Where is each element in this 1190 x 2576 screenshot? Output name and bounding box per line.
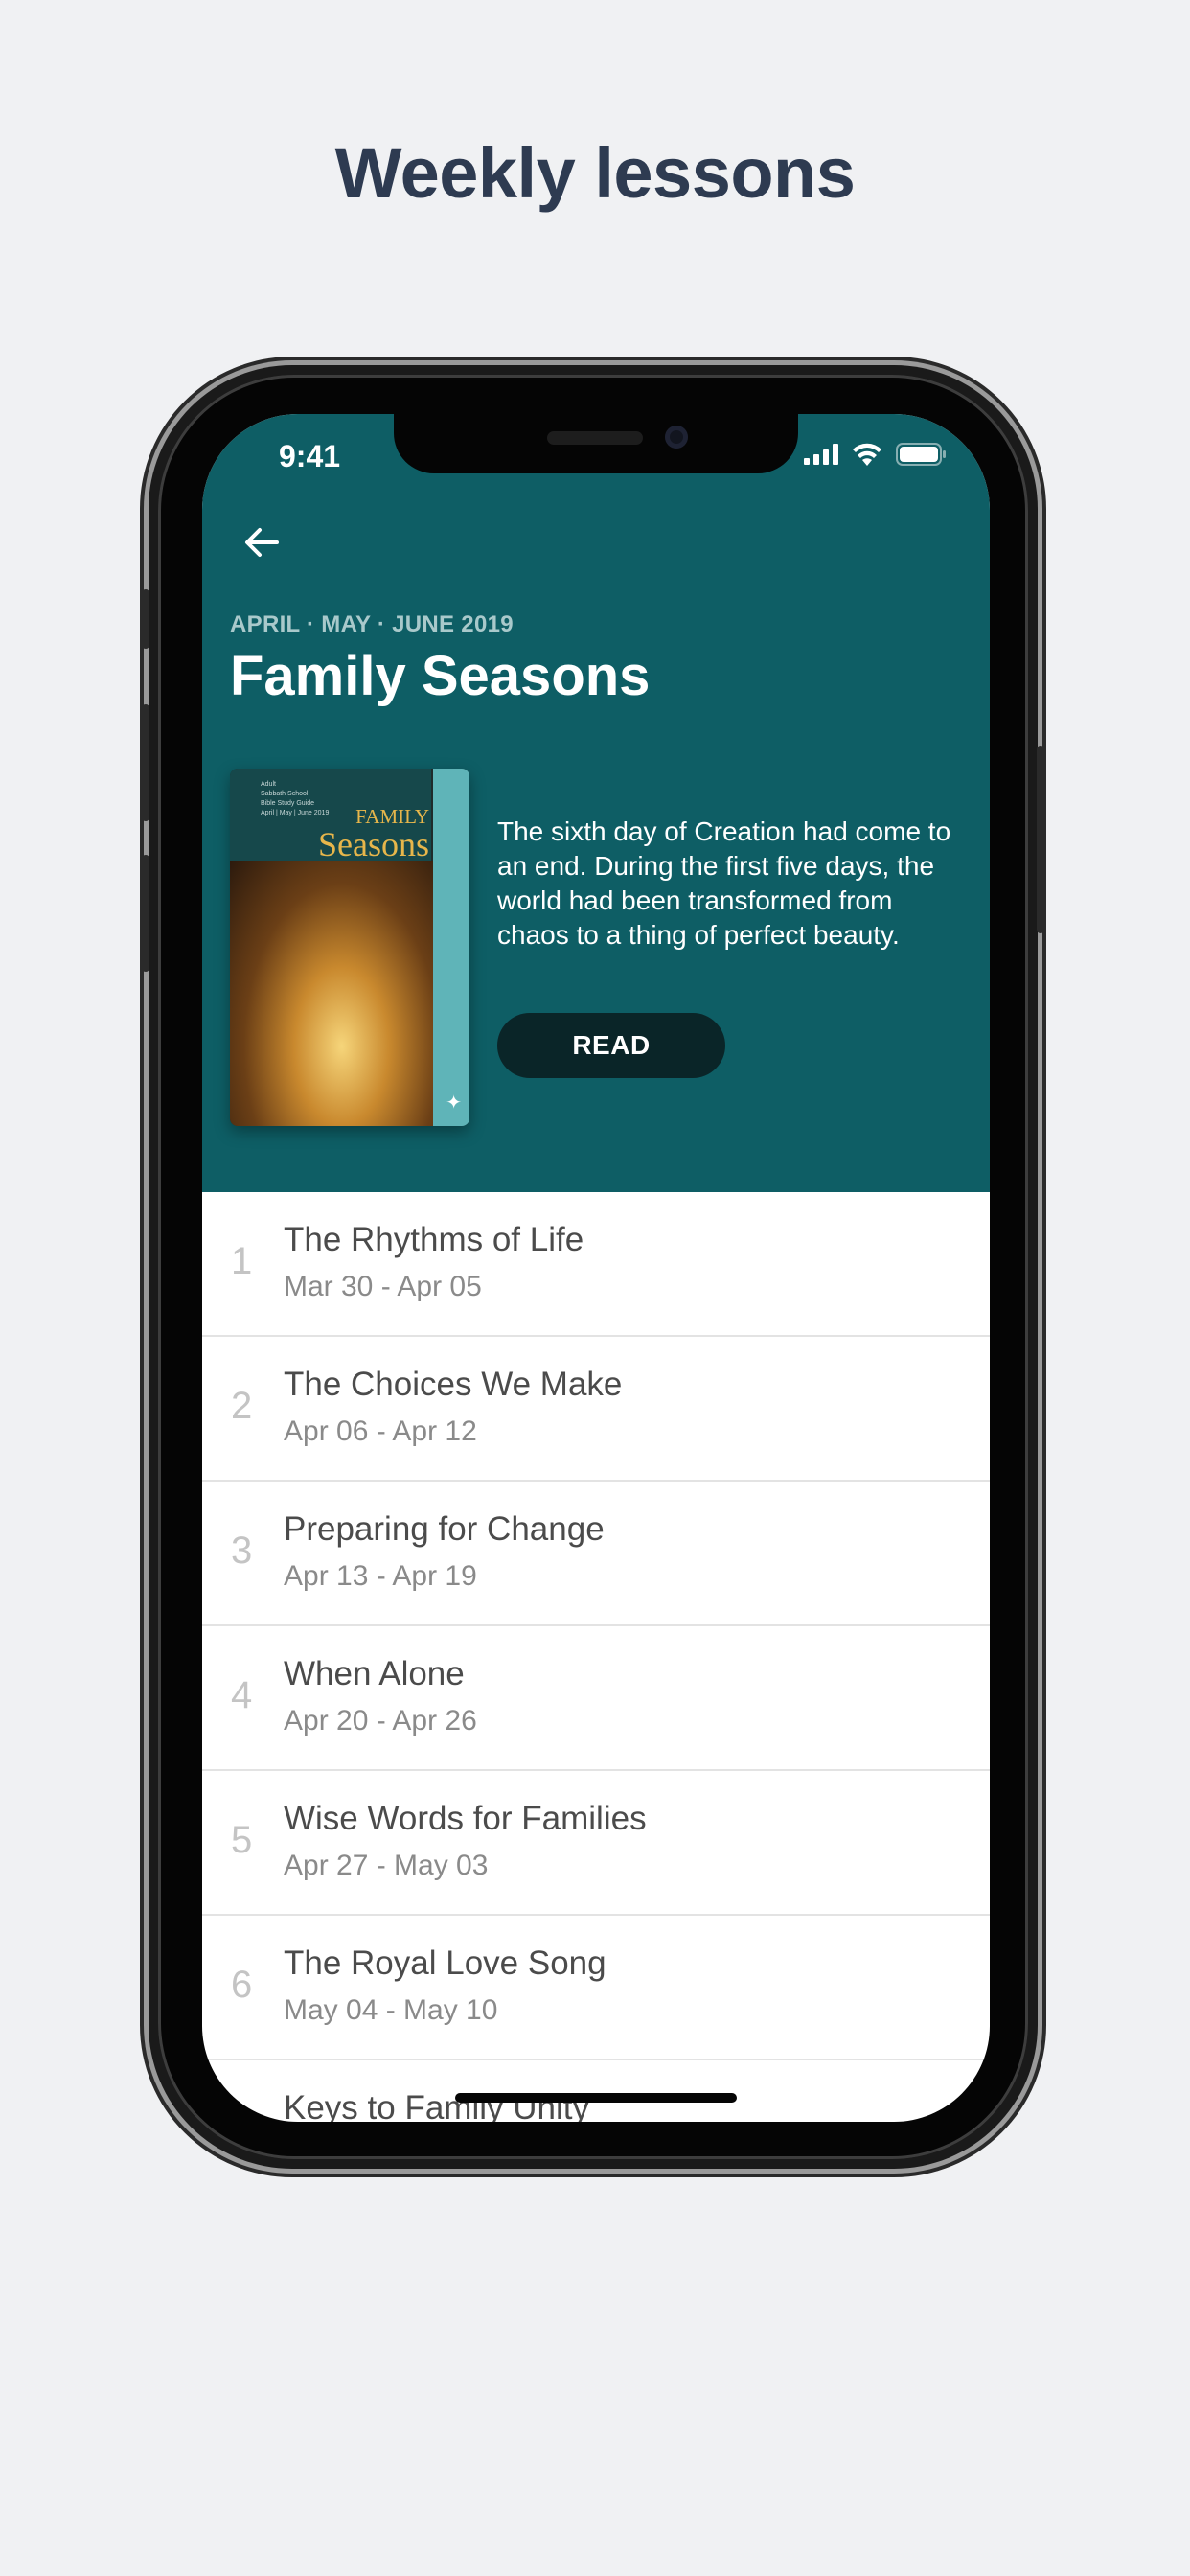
lesson-title: The Royal Love Song: [284, 1944, 606, 1982]
lesson-number: 2: [231, 1385, 253, 1427]
flame-logo-icon: ✦: [446, 1092, 462, 1114]
back-button[interactable]: [231, 512, 292, 573]
cover-spine: [433, 769, 469, 1126]
camera-icon: [665, 426, 688, 448]
lesson-number: 5: [231, 1819, 253, 1861]
lesson-title: The Choices We Make: [284, 1366, 623, 1403]
lesson-row[interactable]: 5 Wise Words for Families Apr 27 - May 0…: [202, 1771, 990, 1916]
lesson-dates: Apr 06 - Apr 12: [284, 1415, 477, 1447]
lesson-list: 1 The Rhythms of Life Mar 30 - Apr 05 2 …: [202, 1192, 990, 2122]
lesson-title: Preparing for Change: [284, 1510, 605, 1548]
silent-switch: [142, 589, 149, 649]
lesson-dates: May 04 - May 10: [284, 1994, 498, 2026]
quarterly-description: The sixth day of Creation had come to an…: [497, 816, 951, 950]
cover-title-line2: Seasons: [318, 825, 429, 863]
signal-icon: [804, 444, 838, 465]
lesson-row[interactable]: 2 The Choices We Make Apr 06 - Apr 12: [202, 1337, 990, 1482]
read-button[interactable]: READ: [497, 1013, 725, 1078]
phone-screen: 9:41 APRIL · MAY · JUNE 2019 Family Seas…: [202, 414, 990, 2122]
cover-photo: [230, 861, 433, 1126]
status-time: 9:41: [279, 439, 341, 473]
lesson-title: Wise Words for Families: [284, 1800, 647, 1837]
lesson-number: 1: [231, 1240, 253, 1282]
lesson-header: 9:41 APRIL · MAY · JUNE 2019 Family Seas…: [202, 414, 990, 1192]
quarterly-title: Family Seasons: [230, 645, 651, 707]
cover-title-line1: FAMILY: [355, 805, 429, 828]
quarterly-cover[interactable]: Adult Sabbath School Bible Study Guide A…: [230, 769, 469, 1126]
lesson-title: The Rhythms of Life: [284, 1221, 584, 1258]
lesson-number: 7: [231, 2108, 269, 2122]
lesson-row[interactable]: 3 Preparing for Change Apr 13 - Apr 19: [202, 1482, 990, 1626]
lesson-number: 4: [231, 1674, 253, 1716]
power-button: [1037, 746, 1044, 933]
lesson-row[interactable]: 7 Keys to Family Unity: [202, 2060, 990, 2122]
volume-down-button: [142, 855, 149, 972]
battery-icon: [896, 443, 946, 466]
lesson-number: 6: [231, 1964, 253, 2006]
status-icons: [804, 443, 948, 466]
quarter-label: APRIL · MAY · JUNE 2019: [230, 611, 514, 637]
arrow-left-icon: [245, 528, 279, 557]
lesson-dates: Apr 27 - May 03: [284, 1850, 489, 1881]
lesson-title: When Alone: [284, 1655, 465, 1692]
lesson-row[interactable]: 6 The Royal Love Song May 04 - May 10: [202, 1916, 990, 2060]
lesson-dates: Apr 13 - Apr 19: [284, 1560, 477, 1592]
lesson-row[interactable]: 1 The Rhythms of Life Mar 30 - Apr 05: [202, 1192, 990, 1337]
notch: [394, 414, 798, 473]
wifi-icon: [853, 443, 881, 466]
lesson-number: 3: [231, 1530, 253, 1572]
lesson-dates: Apr 20 - Apr 26: [284, 1705, 477, 1736]
lesson-row[interactable]: 4 When Alone Apr 20 - Apr 26: [202, 1626, 990, 1771]
lesson-dates: Mar 30 - Apr 05: [284, 1271, 482, 1302]
volume-up-button: [142, 704, 149, 821]
page-title: Weekly lessons: [334, 133, 856, 213]
home-indicator[interactable]: [455, 2093, 737, 2103]
